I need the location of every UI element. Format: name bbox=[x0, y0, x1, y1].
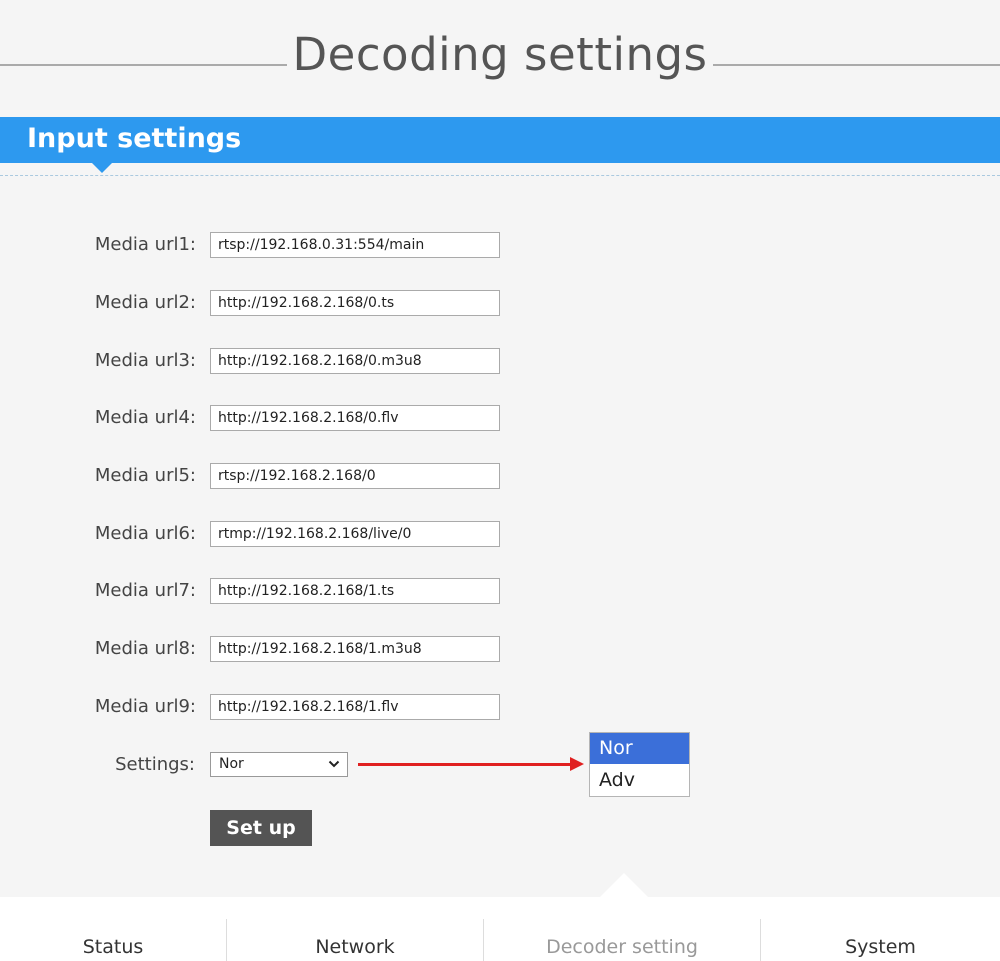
media-url-row-3: Media url3: bbox=[0, 348, 1000, 374]
media-url-label-1: Media url1: bbox=[94, 234, 196, 255]
media-url-input-9[interactable] bbox=[210, 694, 500, 720]
settings-select[interactable]: Nor bbox=[210, 752, 348, 777]
tab-decoder-setting[interactable]: Decoder setting bbox=[484, 897, 760, 961]
settings-selected-value: Nor bbox=[219, 756, 244, 772]
media-url-row-2: Media url2: bbox=[0, 290, 1000, 316]
bottom-nav: Status Network Decoder setting System bbox=[0, 897, 1000, 961]
settings-dropdown-list: Nor Adv bbox=[589, 732, 690, 797]
media-url-label-6: Media url6: bbox=[94, 523, 196, 544]
setup-button[interactable]: Set up bbox=[210, 810, 312, 846]
tab-network[interactable]: Network bbox=[227, 897, 483, 961]
media-url-label-3: Media url3: bbox=[94, 350, 196, 371]
media-url-input-3[interactable] bbox=[210, 348, 500, 374]
media-url-row-1: Media url1: bbox=[0, 232, 1000, 258]
media-url-row-6: Media url6: bbox=[0, 521, 1000, 547]
arrow-right-icon bbox=[570, 757, 584, 771]
media-url-input-4[interactable] bbox=[210, 405, 500, 431]
settings-option-adv[interactable]: Adv bbox=[590, 765, 689, 796]
media-url-row-7: Media url7: bbox=[0, 578, 1000, 604]
media-url-row-9: Media url9: bbox=[0, 694, 1000, 720]
media-url-input-5[interactable] bbox=[210, 463, 500, 489]
media-url-input-1[interactable] bbox=[210, 232, 500, 258]
media-url-input-2[interactable] bbox=[210, 290, 500, 316]
header-rule-right bbox=[713, 64, 1000, 66]
tab-status[interactable]: Status bbox=[0, 897, 226, 961]
media-url-row-4: Media url4: bbox=[0, 405, 1000, 431]
nav-active-pointer bbox=[600, 873, 648, 897]
media-url-label-7: Media url7: bbox=[94, 580, 196, 601]
media-url-input-8[interactable] bbox=[210, 636, 500, 662]
media-url-input-6[interactable] bbox=[210, 521, 500, 547]
media-url-label-2: Media url2: bbox=[94, 292, 196, 313]
media-url-label-4: Media url4: bbox=[94, 407, 196, 428]
page-title: Decoding settings bbox=[292, 28, 708, 81]
section-divider bbox=[0, 175, 1000, 176]
media-url-row-8: Media url8: bbox=[0, 636, 1000, 662]
section-title: Input settings bbox=[27, 123, 242, 154]
settings-label: Settings: bbox=[115, 754, 195, 775]
settings-option-nor[interactable]: Nor bbox=[590, 733, 689, 764]
tab-system[interactable]: System bbox=[761, 897, 1000, 961]
media-url-label-8: Media url8: bbox=[94, 638, 196, 659]
media-url-label-5: Media url5: bbox=[94, 465, 196, 486]
media-url-label-9: Media url9: bbox=[94, 696, 196, 717]
media-url-row-5: Media url5: bbox=[0, 463, 1000, 489]
page-header: Decoding settings bbox=[0, 0, 1000, 117]
section-notch bbox=[92, 163, 112, 173]
media-url-input-7[interactable] bbox=[210, 578, 500, 604]
header-rule-left bbox=[0, 64, 287, 66]
chevron-down-icon bbox=[328, 760, 340, 768]
section-header-bar: Input settings bbox=[0, 117, 1000, 163]
annotation-arrow-line bbox=[358, 763, 572, 766]
